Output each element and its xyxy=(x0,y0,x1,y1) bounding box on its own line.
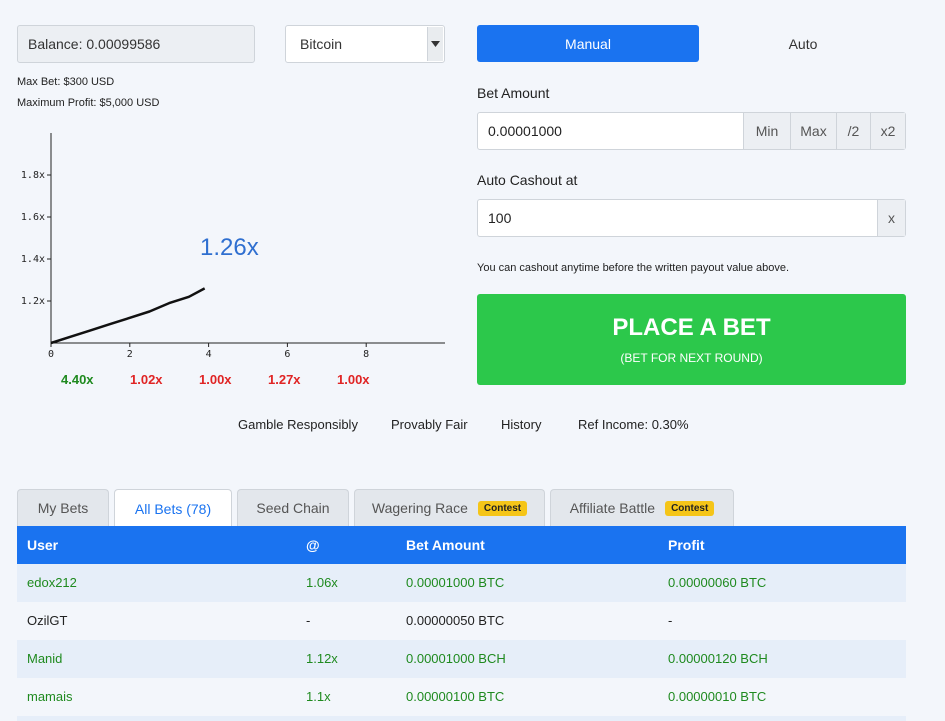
y-tick-label: 1.6x xyxy=(21,212,45,223)
chevron-down-icon[interactable] xyxy=(427,27,443,61)
tab-seed-chain[interactable]: Seed Chain xyxy=(237,489,349,526)
history-item: 4.40x xyxy=(61,372,94,387)
multiplier-line xyxy=(50,287,206,345)
history-link[interactable]: History xyxy=(501,417,541,432)
ref-income-link[interactable]: Ref Income: 0.30% xyxy=(578,417,689,432)
balance-display: Balance: 0.00099586 xyxy=(17,25,255,63)
max-bet-text: Max Bet: $300 USD xyxy=(17,76,115,88)
history-item: 1.27x xyxy=(268,372,301,387)
multiplier-cell: 1.06x xyxy=(306,575,338,590)
tab-manual[interactable]: Manual xyxy=(477,25,699,62)
x-tick-label: 4 xyxy=(206,349,212,360)
user-cell[interactable]: mamais xyxy=(27,678,73,716)
currency-select-value: Bitcoin xyxy=(300,36,343,52)
auto-cashout-input[interactable]: 100 xyxy=(478,200,877,236)
place-bet-sublabel: (BET FOR NEXT ROUND) xyxy=(620,351,763,365)
bet-amount-cell: 0.00001000 BTC xyxy=(406,575,505,590)
bet-amount-group: 0.00001000 Min Max /2 x2 xyxy=(477,112,906,150)
column-header-multiplier: @ xyxy=(306,537,320,553)
place-bet-label: PLACE A BET xyxy=(612,314,771,341)
x-tick-label: 8 xyxy=(363,349,369,360)
tab-label: Seed Chain xyxy=(256,500,330,516)
column-header-bet-amount: Bet Amount xyxy=(406,537,485,553)
x-tick-label: 2 xyxy=(127,349,133,360)
column-header-user: User xyxy=(27,537,59,553)
place-bet-button[interactable]: PLACE A BET (BET FOR NEXT ROUND) xyxy=(477,294,906,385)
bet-amount-cell: 0.00000050 BTC xyxy=(406,613,505,628)
bet-amount-label: Bet Amount xyxy=(477,85,550,101)
table-header: User @ Bet Amount Profit xyxy=(17,526,906,564)
x-tick-label: 6 xyxy=(284,349,290,360)
half-button[interactable]: /2 xyxy=(836,113,870,149)
contest-badge: Contest xyxy=(665,500,715,516)
table-row: Manid 1.12x 0.00001000 BCH 0.00000120 BC… xyxy=(17,640,906,678)
table-row-partial xyxy=(17,716,906,721)
cashout-hint: You can cashout anytime before the writt… xyxy=(477,262,790,274)
multiplier-cell: 1.12x xyxy=(306,651,338,666)
history-item: 1.00x xyxy=(337,372,370,387)
column-header-profit: Profit xyxy=(668,537,705,553)
max-profit-text: Maximum Profit: $5,000 USD xyxy=(17,97,160,109)
tab-auto[interactable]: Auto xyxy=(700,25,906,62)
current-multiplier: 1.26x xyxy=(200,234,259,261)
profit-cell: 0.00000060 BTC xyxy=(668,575,767,590)
tab-label: All Bets (78) xyxy=(134,501,212,517)
gamble-responsibly-link[interactable]: Gamble Responsibly xyxy=(238,417,358,432)
history-item: 1.02x xyxy=(130,372,163,387)
tab-label: Affiliate Battle xyxy=(569,500,656,516)
x-tick-label: 0 xyxy=(48,349,54,360)
tab-all-bets[interactable]: All Bets (78) xyxy=(114,489,232,528)
y-tick-label: 1.8x xyxy=(21,170,45,181)
provably-fair-link[interactable]: Provably Fair xyxy=(391,417,468,432)
multiplier-cell: 1.1x xyxy=(306,689,331,704)
table-row: OzilGT - 0.00000050 BTC - xyxy=(17,602,906,640)
tab-label: Wagering Race xyxy=(371,500,468,516)
history-item: 1.00x xyxy=(199,372,232,387)
max-button[interactable]: Max xyxy=(790,113,836,149)
y-tick-label: 1.2x xyxy=(21,296,45,307)
contest-badge: Contest xyxy=(477,500,528,516)
table-row: edox212 1.06x 0.00001000 BTC 0.00000060 … xyxy=(17,564,906,602)
auto-cashout-label: Auto Cashout at xyxy=(477,172,578,188)
user-cell[interactable]: OzilGT xyxy=(27,602,67,640)
profit-cell: 0.00000010 BTC xyxy=(668,689,767,704)
tab-affiliate-battle[interactable]: Affiliate Battle Contest xyxy=(550,489,734,526)
y-tick-label: 1.4x xyxy=(21,254,45,265)
user-cell[interactable]: edox212 xyxy=(27,564,77,602)
bet-amount-cell: 0.00001000 BCH xyxy=(406,651,506,666)
tab-label: My Bets xyxy=(37,500,89,516)
min-button[interactable]: Min xyxy=(743,113,790,149)
user-cell[interactable]: Manid xyxy=(27,640,62,678)
profit-cell: 0.00000120 BCH xyxy=(668,651,768,666)
profit-cell: - xyxy=(668,613,673,628)
cashout-suffix: x xyxy=(877,200,905,236)
double-button[interactable]: x2 xyxy=(870,113,905,149)
bet-amount-cell: 0.00000100 BTC xyxy=(406,689,505,704)
bet-amount-input[interactable]: 0.00001000 xyxy=(478,113,743,149)
multiplier-cell: - xyxy=(306,613,311,628)
table-row: mamais 1.1x 0.00000100 BTC 0.00000010 BT… xyxy=(17,678,906,716)
auto-cashout-group: 100 x xyxy=(477,199,906,237)
tab-my-bets[interactable]: My Bets xyxy=(17,489,109,526)
bets-table: User @ Bet Amount Profit edox212 1.06x 0… xyxy=(17,526,906,721)
currency-select[interactable]: Bitcoin xyxy=(285,25,445,63)
tab-wagering-race[interactable]: Wagering Race Contest xyxy=(354,489,545,526)
